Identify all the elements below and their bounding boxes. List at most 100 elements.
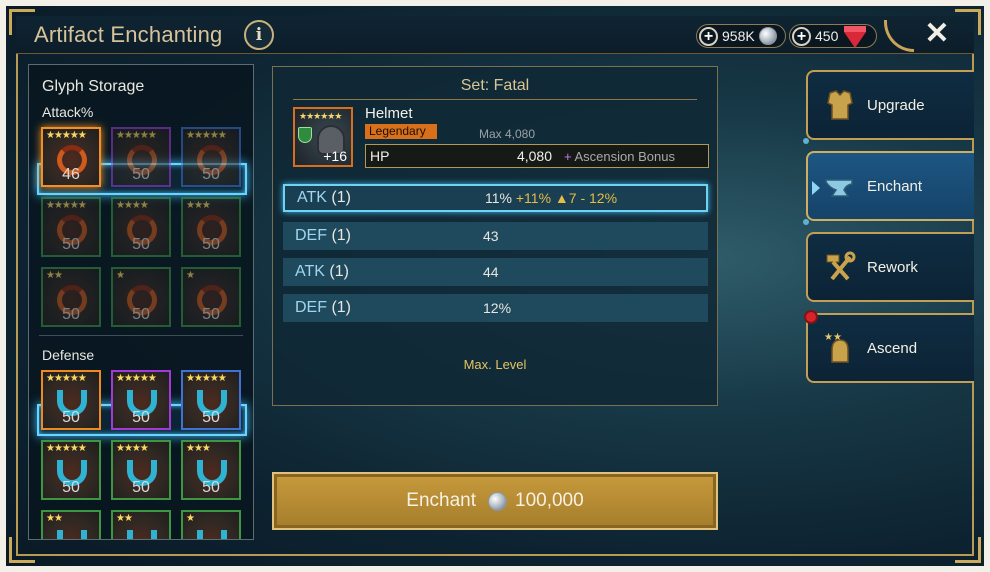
glyph-defense[interactable]: ★★★★★ 50 bbox=[41, 370, 101, 430]
glyph-count: 50 bbox=[132, 306, 150, 323]
notification-dot bbox=[804, 310, 818, 324]
substat-name: ATK (1) bbox=[297, 189, 477, 207]
ornament-icon bbox=[884, 20, 914, 52]
glyph-defense[interactable]: ★ 50 bbox=[181, 510, 241, 539]
glyph-defense[interactable]: ★★★ 50 bbox=[181, 440, 241, 500]
tab-label: Ascend bbox=[867, 339, 918, 357]
substat-row[interactable]: ATK (1) 11% +11% ▲7 - 12% bbox=[283, 184, 708, 212]
tab-upgrade[interactable]: Upgrade bbox=[806, 70, 974, 140]
glyph-count: 50 bbox=[132, 479, 150, 496]
frame-corner bbox=[955, 537, 981, 563]
substat-rolls: (1) bbox=[329, 263, 349, 280]
enchant-button[interactable]: Enchant 100,000 bbox=[272, 472, 718, 530]
glyph-defense[interactable]: ★★ 50 bbox=[111, 510, 171, 539]
faction-shield-icon bbox=[298, 127, 312, 143]
silver-counter: + 958K bbox=[696, 24, 786, 48]
artifact-icon[interactable]: ★★★★★★ +16 bbox=[293, 107, 353, 167]
tab-rework[interactable]: Rework bbox=[806, 232, 974, 302]
defense-glyph-icon bbox=[127, 530, 157, 539]
gem-icon bbox=[844, 26, 867, 48]
substat-label: ATK bbox=[295, 263, 325, 280]
main-stat-value: 4,080 bbox=[516, 148, 552, 164]
glyph-stars: ★★★★★ bbox=[46, 200, 87, 211]
substat-row[interactable]: DEF (1) 12% bbox=[283, 294, 708, 322]
glyph-stars: ★ bbox=[186, 270, 195, 281]
substat-label: DEF bbox=[295, 227, 327, 244]
glyph-storage-title: Glyph Storage bbox=[42, 78, 145, 95]
glyph-stars: ★★★★★ bbox=[116, 130, 157, 141]
header-bar: Artifact Enchanting i + 958K + 450 ✕ bbox=[16, 16, 974, 54]
substat-row[interactable]: ATK (1) 44 bbox=[283, 258, 708, 286]
glyph-defense[interactable]: ★★★★★ 50 bbox=[41, 440, 101, 500]
close-button[interactable]: ✕ bbox=[921, 18, 953, 50]
glyph-stars: ★★ bbox=[116, 513, 133, 524]
substat-value: 44 bbox=[483, 264, 499, 280]
glyph-stars: ★★★ bbox=[186, 200, 211, 211]
add-gems-button[interactable]: + bbox=[792, 26, 811, 46]
glyph-attack[interactable]: ★ 50 bbox=[111, 267, 171, 327]
rarity-badge: Legendary bbox=[365, 124, 437, 139]
substat-value: 11% +11% ▲7 - 12% bbox=[485, 190, 617, 206]
artifact-name: Helmet bbox=[365, 105, 413, 122]
ascension-bonus-label: Ascension Bonus bbox=[574, 148, 675, 164]
glyph-count: 50 bbox=[62, 306, 80, 323]
glyph-defense[interactable]: ★★★★★ 50 bbox=[181, 370, 241, 430]
glyph-count: 50 bbox=[62, 409, 80, 426]
silver-coin-icon bbox=[488, 491, 508, 511]
glyph-stars: ★★★★★ bbox=[46, 443, 87, 454]
info-button[interactable]: i bbox=[244, 20, 274, 50]
main-stat-row: HP 4,080 + Ascension Bonus bbox=[365, 144, 709, 168]
artifact-level: +16 bbox=[323, 148, 347, 164]
tab-enchant[interactable]: Enchant bbox=[806, 151, 974, 221]
frame-corner bbox=[9, 537, 35, 563]
glyph-attack[interactable]: ★★★★★ 50 bbox=[111, 127, 171, 187]
glyph-stars: ★★★★ bbox=[116, 443, 149, 454]
glyph-attack[interactable]: ★ 50 bbox=[181, 267, 241, 327]
substat-current: 11% bbox=[485, 190, 512, 206]
helmet-stars-icon: ★★ bbox=[824, 332, 849, 363]
set-title: Set: Fatal bbox=[460, 77, 530, 94]
tab-label: Enchant bbox=[867, 177, 923, 195]
glyph-attack[interactable]: ★★★★ 50 bbox=[111, 197, 171, 257]
defense-glyph-icon bbox=[57, 530, 87, 539]
enchant-cost: 100,000 bbox=[515, 490, 584, 511]
max-level-label: Max. Level bbox=[463, 357, 527, 372]
substat-label: DEF bbox=[295, 299, 327, 316]
substat-rolls: (1) bbox=[331, 299, 352, 316]
gem-amount: 450 bbox=[815, 28, 839, 44]
substat-bonus: +11% ▲7 - 12% bbox=[515, 190, 618, 206]
substat-value: 43 bbox=[483, 228, 499, 244]
glyph-attack[interactable]: ★★★★★ 50 bbox=[181, 127, 241, 187]
anvil-icon bbox=[825, 179, 853, 197]
tab-ascend[interactable]: ★★ Ascend bbox=[806, 313, 974, 383]
substat-name: ATK (1) bbox=[295, 263, 475, 281]
substat-name: DEF (1) bbox=[295, 227, 475, 245]
substat-label: ATK bbox=[297, 189, 327, 206]
glyph-count: 50 bbox=[202, 236, 220, 253]
glyph-stars: ★★★ bbox=[186, 443, 211, 454]
glyph-defense[interactable]: ★★★★ 50 bbox=[111, 440, 171, 500]
glyph-defense[interactable]: ★★ 50 bbox=[41, 510, 101, 539]
substat-row[interactable]: DEF (1) 43 bbox=[283, 222, 708, 250]
glyph-count: 50 bbox=[202, 409, 220, 426]
main-stat-name: HP bbox=[370, 148, 390, 164]
glyph-stars: ★★ bbox=[46, 270, 63, 281]
active-tab-arrow-icon bbox=[812, 181, 820, 195]
glyph-attack[interactable]: ★★★ 50 bbox=[181, 197, 241, 257]
substat-rolls: (1) bbox=[331, 189, 351, 206]
defense-section-label: Defense bbox=[42, 347, 95, 363]
substat-name: DEF (1) bbox=[295, 299, 475, 317]
gem-counter: + 450 bbox=[789, 24, 877, 48]
svg-text:★★: ★★ bbox=[824, 332, 842, 343]
silver-coin-icon bbox=[758, 27, 777, 45]
glyph-attack[interactable]: ★★★★★ 46 bbox=[41, 127, 101, 187]
hammer-wrench-icon bbox=[826, 251, 856, 281]
armor-icon bbox=[827, 90, 853, 120]
glyph-attack[interactable]: ★★★★★ 50 bbox=[41, 197, 101, 257]
add-silver-button[interactable]: + bbox=[699, 26, 718, 46]
tab-label: Rework bbox=[867, 258, 918, 276]
glyph-attack[interactable]: ★★ 50 bbox=[41, 267, 101, 327]
glyph-defense[interactable]: ★★★★★ 50 bbox=[111, 370, 171, 430]
decorative-dot bbox=[803, 138, 809, 144]
glyph-stars: ★★★★★ bbox=[46, 130, 87, 141]
